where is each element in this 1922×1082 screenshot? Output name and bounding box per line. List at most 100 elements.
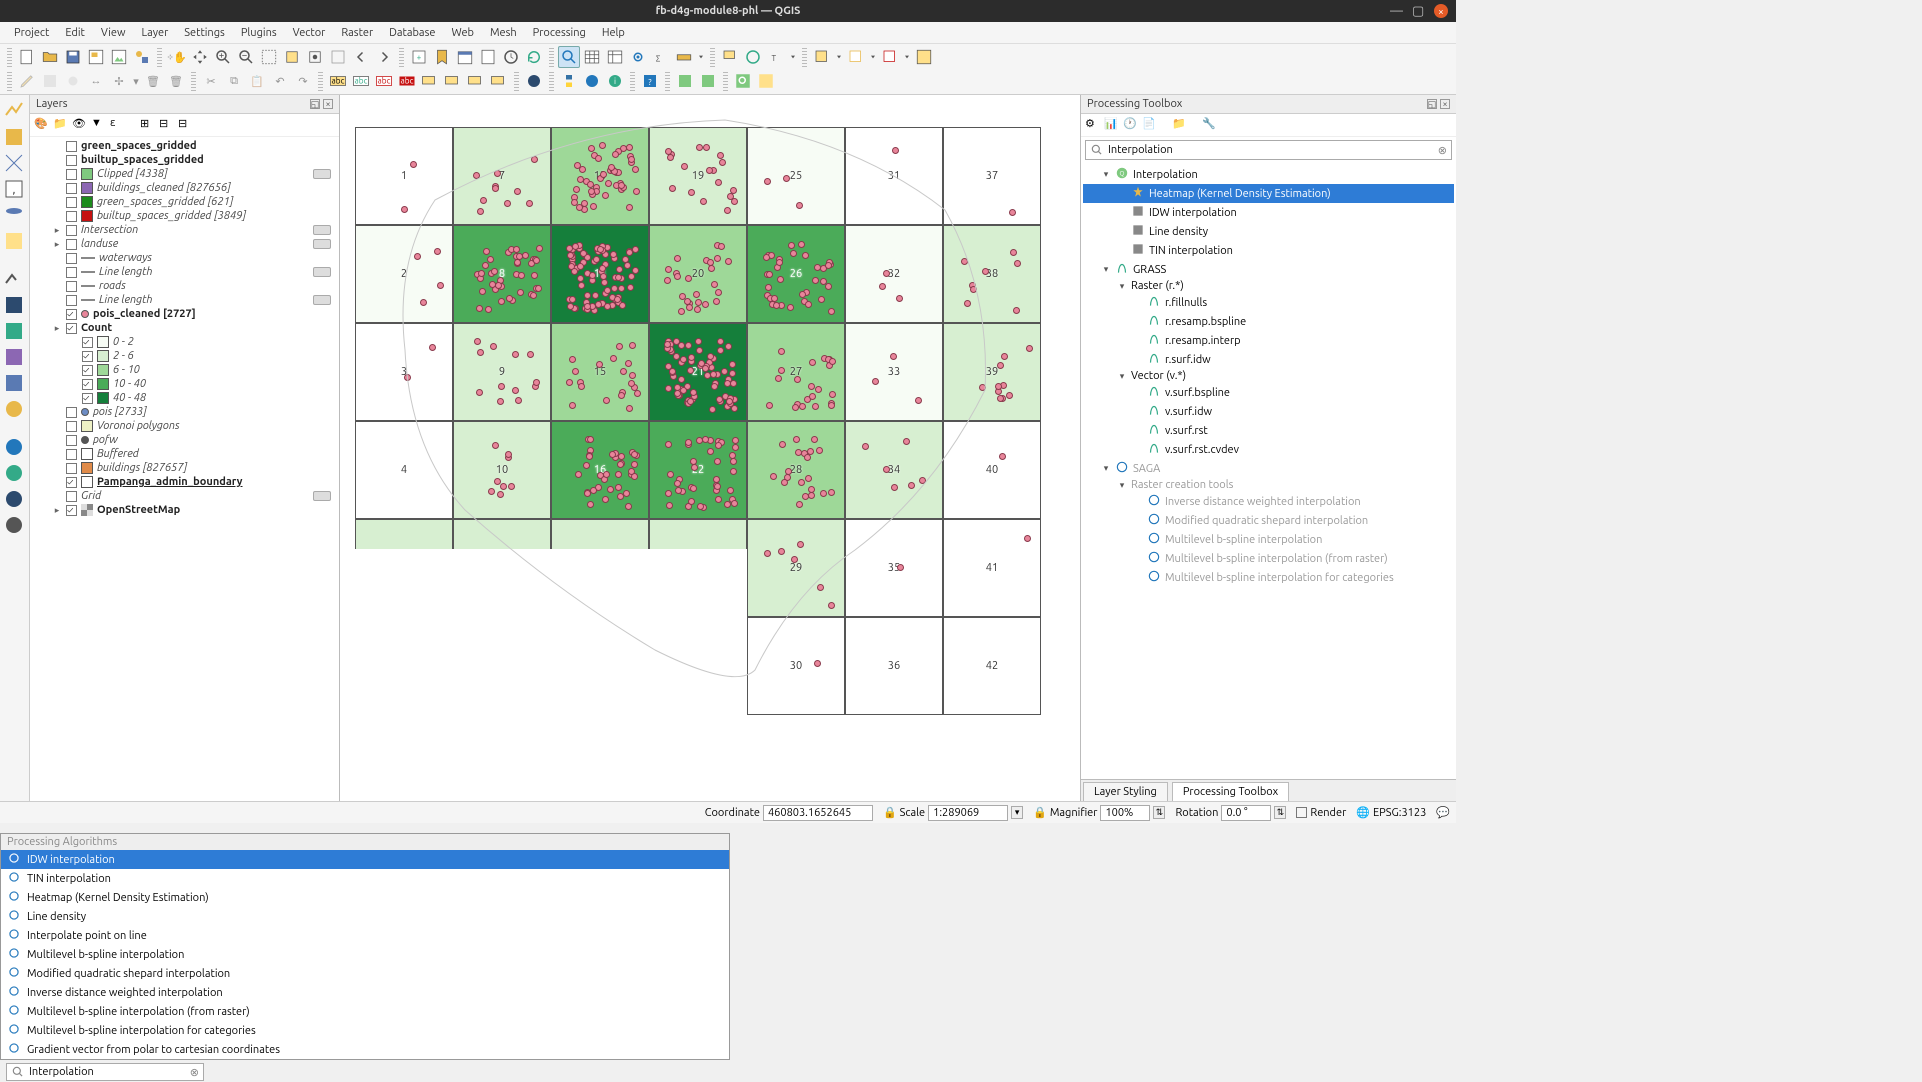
locator-input[interactable] — [29, 1066, 186, 1078]
new-map-icon[interactable]: + — [408, 46, 430, 68]
clear-search-icon[interactable]: ⊗ — [1438, 144, 1447, 157]
rotation-input[interactable] — [1221, 805, 1271, 821]
layer-checkbox[interactable] — [66, 253, 77, 264]
proc-node[interactable]: Heatmap (Kernel Density Estimation) — [1083, 184, 1454, 203]
tab-processing-toolbox[interactable]: Processing Toolbox — [1172, 782, 1289, 801]
identify-icon[interactable] — [558, 46, 580, 68]
proc-node[interactable]: r.surf.idw — [1083, 350, 1454, 369]
proc-node[interactable]: ▾QInterpolation — [1083, 165, 1454, 184]
layer-checkbox[interactable] — [66, 169, 77, 180]
locator-item[interactable]: Multilevel b-spline interpolation (from … — [1, 1002, 729, 1021]
close-icon[interactable]: × — [1434, 4, 1448, 18]
proc-node[interactable]: v.surf.bspline — [1083, 383, 1454, 402]
locator-item[interactable]: Multilevel b-spline interpolation for ca… — [1, 1021, 729, 1040]
menu-help[interactable]: Help — [594, 24, 633, 42]
proc-gear-icon[interactable]: ⚙ — [1085, 117, 1101, 133]
maximize-icon[interactable]: ▢ — [1412, 6, 1422, 16]
pan-icon[interactable]: ✋ — [166, 46, 188, 68]
new-bookmark-icon[interactable] — [431, 46, 453, 68]
locator-item[interactable]: Multilevel b-spline interpolation — [1, 945, 729, 964]
help-icon[interactable]: ? — [639, 70, 661, 92]
osm-tool1-icon[interactable] — [674, 70, 696, 92]
render-checkbox[interactable] — [1296, 807, 1307, 818]
processing-tree[interactable]: ▾QInterpolationHeatmap (Kernel Density E… — [1081, 163, 1456, 779]
proc-node[interactable]: r.fillnulls — [1083, 293, 1454, 312]
label-tool7-icon[interactable] — [465, 70, 487, 92]
globe-icon[interactable] — [523, 70, 545, 92]
scale-dropdown-icon[interactable]: ▾ — [1011, 806, 1023, 819]
layer-item[interactable]: roads — [32, 279, 337, 293]
python-icon[interactable] — [558, 70, 580, 92]
layer-checkbox[interactable] — [66, 225, 77, 236]
edit-pencil-icon[interactable] — [16, 70, 38, 92]
zoom-full-icon[interactable] — [258, 46, 280, 68]
menu-edit[interactable]: Edit — [57, 24, 93, 42]
proc-node[interactable]: ▾GRASS — [1083, 260, 1454, 279]
layer-item[interactable]: buildings_cleaned [827656] — [32, 181, 337, 195]
text-annotation-icon[interactable]: T — [765, 46, 787, 68]
trash-icon[interactable]: 🗑 — [165, 70, 187, 92]
menu-mesh[interactable]: Mesh — [482, 24, 525, 42]
layer-style-icon[interactable]: 🎨 — [34, 117, 50, 133]
layer-checkbox[interactable] — [82, 337, 93, 348]
layer-item[interactable]: Buffered — [32, 447, 337, 461]
layer-item[interactable]: green_spaces_gridded [621] — [32, 195, 337, 209]
layer-checkbox[interactable] — [66, 463, 77, 474]
proc-model-icon[interactable]: 📊 — [1104, 117, 1120, 133]
layer-checkbox[interactable] — [66, 281, 77, 292]
mag-spin-icon[interactable]: ⇅ — [1153, 806, 1165, 819]
new-vector-icon[interactable] — [2, 267, 26, 291]
field-calc-icon[interactable] — [604, 46, 626, 68]
crs-label[interactable]: EPSG:3123 — [1373, 807, 1426, 819]
layer-item[interactable]: 0 - 2 — [32, 335, 337, 349]
save-edits-icon[interactable] — [39, 70, 61, 92]
map-canvas[interactable]: 1713192531372814202632383915212733394101… — [340, 95, 1080, 801]
menu-processing[interactable]: Processing — [525, 24, 594, 42]
zoom-next-icon[interactable] — [373, 46, 395, 68]
layer-item[interactable]: waterways — [32, 251, 337, 265]
copy-icon[interactable]: ⧉ — [223, 70, 245, 92]
label-tool3-icon[interactable]: abc — [373, 70, 395, 92]
layer-item[interactable]: builtup_spaces_gridded — [32, 153, 337, 167]
new-virtual-icon[interactable] — [2, 371, 26, 395]
proc-node[interactable]: v.surf.rst.cvdev — [1083, 440, 1454, 459]
proc-node[interactable]: IDW interpolation — [1083, 203, 1454, 222]
menu-settings[interactable]: Settings — [176, 24, 233, 42]
node-tool-icon[interactable]: ✢ — [108, 70, 130, 92]
delete-icon[interactable]: 🗑 — [142, 70, 164, 92]
layer-add-group-icon[interactable]: 📁 — [53, 117, 69, 133]
locator-item[interactable]: Heatmap (Kernel Density Estimation) — [1, 888, 729, 907]
layer-checkbox[interactable] — [66, 155, 77, 166]
label-tool6-icon[interactable] — [442, 70, 464, 92]
layer-checkbox[interactable] — [66, 491, 77, 502]
proc-node[interactable]: ▾Vector (v.*) — [1083, 369, 1454, 383]
locator-item[interactable]: Line density — [1, 907, 729, 926]
rot-spin-icon[interactable]: ⇅ — [1274, 806, 1286, 819]
panel-close-icon[interactable]: × — [1440, 99, 1450, 109]
scale-input[interactable] — [928, 805, 1008, 821]
zoom-in-icon[interactable] — [212, 46, 234, 68]
layer-item[interactable]: builtup_spaces_gridded [3849] — [32, 209, 337, 223]
menu-database[interactable]: Database — [381, 24, 443, 42]
layer-checkbox[interactable] — [66, 197, 77, 208]
new-geopackage-icon[interactable] — [2, 319, 26, 343]
add-raster-icon[interactable] — [2, 125, 26, 149]
add-vector-icon[interactable] — [2, 99, 26, 123]
clear-locator-icon[interactable]: ⊗ — [190, 1066, 199, 1079]
messages-icon[interactable]: 💬 — [1436, 806, 1450, 819]
panel-close-icon[interactable]: × — [323, 99, 333, 109]
layer-item[interactable]: ▸Count — [32, 321, 337, 335]
layer-item[interactable]: 6 - 10 — [32, 363, 337, 377]
layer-collapseall-icon[interactable]: ⊟ — [159, 117, 175, 133]
menu-layer[interactable]: Layer — [134, 24, 177, 42]
locator-item[interactable]: TIN interpolation — [1, 869, 729, 888]
layer-item[interactable]: Grid — [32, 489, 337, 503]
layer-checkbox[interactable] — [66, 421, 77, 432]
paste-icon[interactable]: 📋 — [246, 70, 268, 92]
open-icon[interactable] — [39, 46, 61, 68]
locator-item[interactable]: Interpolate point on line — [1, 926, 729, 945]
maptips-icon[interactable] — [719, 46, 741, 68]
proc-node[interactable]: v.surf.rst — [1083, 421, 1454, 440]
label-abc-icon[interactable]: abc — [327, 70, 349, 92]
deselect-dropdown-icon[interactable] — [902, 46, 912, 68]
